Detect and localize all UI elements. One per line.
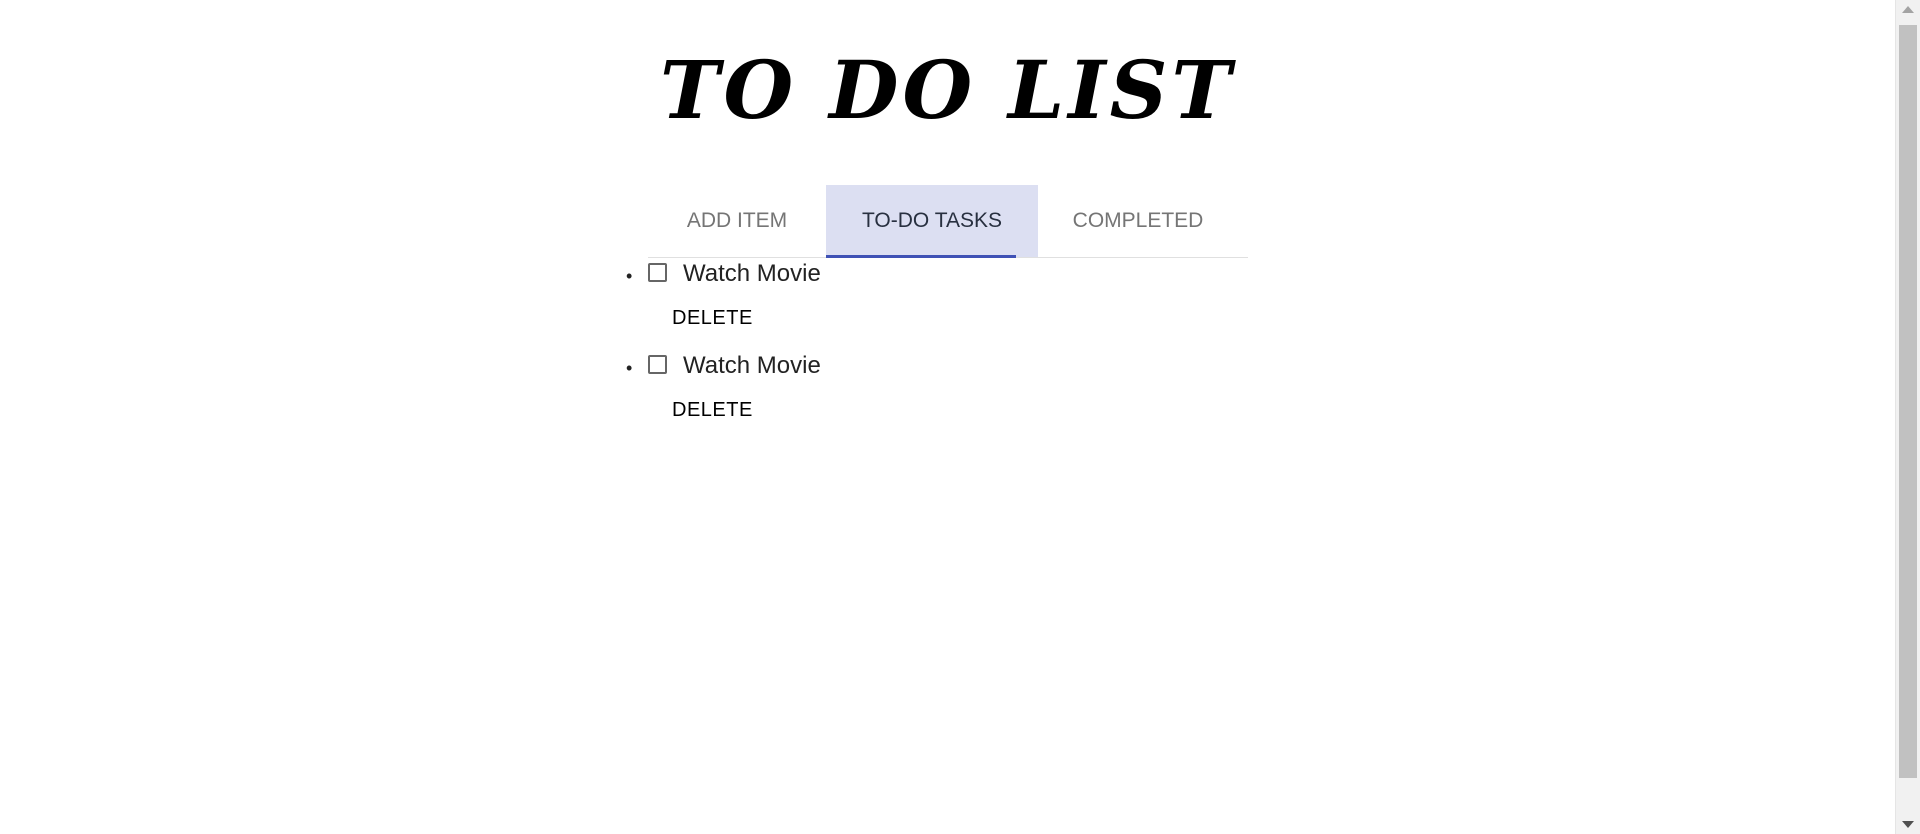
bullet-icon: • <box>626 266 633 286</box>
checkbox-unchecked-icon[interactable] <box>648 263 667 282</box>
task-label: Watch Movie <box>683 260 821 287</box>
tab-add-item[interactable]: ADD ITEM <box>648 185 826 257</box>
todo-app: TO DO LIST ADD ITEM TO-DO TASKS COMPLETE… <box>0 0 1920 834</box>
delete-button[interactable]: DELETE <box>666 303 759 334</box>
scroll-up-arrow-icon[interactable] <box>1902 6 1914 13</box>
tab-todo-tasks[interactable]: TO-DO TASKS <box>826 185 1038 258</box>
delete-button[interactable]: DELETE <box>666 395 759 426</box>
tab-completed[interactable]: COMPLETED <box>1038 185 1238 257</box>
checkbox-unchecked-icon[interactable] <box>648 355 667 374</box>
tab-bar: ADD ITEM TO-DO TASKS COMPLETED <box>648 185 1248 258</box>
task-label: Watch Movie <box>683 352 821 379</box>
vertical-scrollbar[interactable] <box>1895 0 1920 834</box>
page-title: TO DO LIST <box>660 43 1235 137</box>
scroll-down-arrow-icon[interactable] <box>1902 821 1914 828</box>
scroll-thumb[interactable] <box>1899 25 1917 778</box>
bullet-icon: • <box>626 358 633 378</box>
